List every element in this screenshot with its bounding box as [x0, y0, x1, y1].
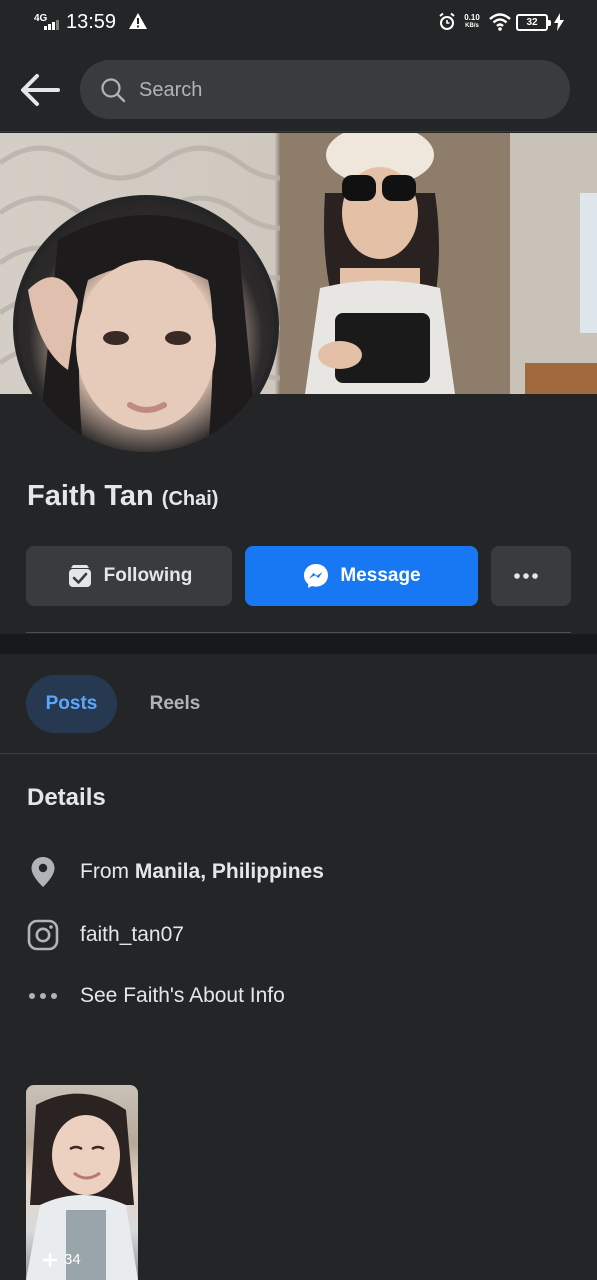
detail-instagram[interactable]: faith_tan07: [26, 917, 184, 953]
photo-count: 34: [64, 1251, 81, 1268]
more-options-button[interactable]: [491, 546, 571, 606]
detail-about[interactable]: See Faith's About Info: [26, 978, 285, 1014]
messenger-icon: [304, 564, 329, 588]
location-pin-icon: [26, 855, 60, 889]
nickname: (Chai): [161, 488, 219, 510]
following-button[interactable]: Following: [26, 546, 232, 606]
profile-picture[interactable]: [13, 195, 279, 457]
following-label: Following: [103, 565, 193, 586]
search-icon: [101, 78, 126, 103]
search-input[interactable]: Search: [80, 60, 570, 119]
back-arrow-icon[interactable]: [18, 70, 60, 110]
photo-thumbnail[interactable]: 34: [26, 1085, 138, 1280]
message-label: Message: [340, 565, 421, 586]
location-text: From Manila, Philippines: [80, 860, 324, 884]
details-heading: Details: [27, 784, 106, 811]
profile-name: Faith Tan (Chai): [27, 480, 218, 513]
top-bar: Search: [0, 44, 597, 132]
alarm-icon: [439, 12, 455, 30]
cover-person-image: [280, 133, 597, 394]
divider: [0, 753, 597, 754]
instagram-icon: [26, 918, 60, 952]
location-value[interactable]: Manila, Philippines: [135, 860, 324, 883]
status-bar: 4G 13:59 0.10 KB/s 32: [0, 0, 597, 44]
signal-icon: [44, 20, 59, 30]
section-gap: [0, 634, 597, 654]
charging-icon: [554, 13, 564, 31]
more-photos-count: 34: [42, 1251, 81, 1268]
about-link: See Faith's About Info: [80, 984, 285, 1007]
more-dots-icon: [26, 979, 60, 1013]
avatar-image: [18, 200, 274, 452]
clock: 13:59: [66, 11, 117, 33]
tab-posts[interactable]: Posts: [26, 675, 117, 733]
battery-level: 32: [526, 17, 538, 28]
divider: [26, 632, 571, 633]
plus-icon: [43, 1252, 57, 1267]
search-placeholder: Search: [139, 79, 203, 101]
warning-icon: [129, 13, 147, 29]
avatar-face-icon: [28, 215, 258, 450]
from-prefix: From: [80, 860, 129, 883]
net-speed: 0.10 KB/s: [461, 14, 483, 30]
more-dots-icon: [514, 573, 538, 579]
message-button[interactable]: Message: [245, 546, 478, 606]
full-name: Faith Tan: [27, 480, 154, 512]
instagram-handle: faith_tan07: [80, 923, 184, 946]
detail-location: From Manila, Philippines: [26, 854, 324, 890]
wifi-icon: [489, 13, 511, 31]
battery-icon: 32: [516, 14, 551, 31]
speed-unit: KB/s: [465, 23, 479, 29]
following-check-icon: [68, 565, 91, 587]
speed-value: 0.10: [464, 13, 480, 22]
tab-reels[interactable]: Reels: [132, 675, 218, 733]
